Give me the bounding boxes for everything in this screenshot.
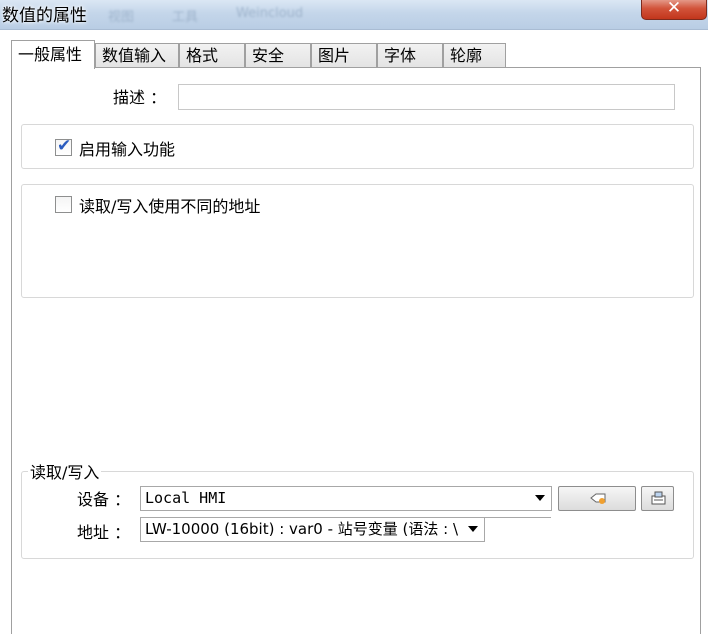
- tab-security[interactable]: 安全: [245, 43, 311, 68]
- close-button[interactable]: ✕: [641, 0, 707, 20]
- device-value: Local HMI: [145, 489, 227, 507]
- device-label: 设备 ：: [77, 490, 131, 509]
- readwrite-group: [21, 471, 694, 559]
- readwrite-legend: 读取/写入: [28, 459, 102, 483]
- tab-label: 数值输入: [102, 46, 167, 65]
- tab-outline[interactable]: 轮廓: [443, 43, 506, 68]
- tab-general[interactable]: 一般属性: [11, 40, 95, 69]
- tab-picture[interactable]: 图片: [311, 43, 377, 68]
- window-title: 数值的属性: [2, 6, 87, 26]
- tab-font[interactable]: 字体: [377, 43, 443, 68]
- close-icon: ✕: [666, 0, 682, 18]
- tab-label: 图片: [318, 46, 351, 65]
- diff-address-label: 读取/写入使用不同的地址: [79, 197, 261, 216]
- divider: [485, 517, 551, 518]
- chevron-down-icon: [535, 495, 545, 501]
- faded-menu-item: Weincloud: [236, 6, 304, 21]
- tab-label: 字体: [384, 46, 417, 65]
- faded-menu-item: 视图: [108, 10, 135, 25]
- title-bar: 数值的属性 视图 工具 Weincloud ✕: [0, 0, 708, 30]
- address-select[interactable]: LW-10000 (16bit) : var0 - 站号变量 (语法 : \: [140, 517, 485, 542]
- device-settings-button[interactable]: [558, 486, 636, 511]
- tab-page-general: 描述 ： ✔ 启用输入功能 读取/写入使用不同的地址 读取/写入 设备 ： Lo…: [11, 67, 701, 634]
- tab-format[interactable]: 格式: [179, 43, 245, 68]
- address-label: 地址 ：: [77, 523, 131, 542]
- faded-menu-item: 工具: [172, 10, 199, 25]
- tab-label: 格式: [186, 46, 219, 65]
- checkmark-icon: ✔: [57, 136, 72, 156]
- description-input[interactable]: [178, 84, 675, 110]
- address-book-button[interactable]: [641, 486, 674, 511]
- address-book-icon: [651, 491, 666, 505]
- tab-label: 轮廓: [450, 46, 483, 65]
- description-label: 描述 ：: [113, 88, 167, 107]
- enable-input-group: ✔ 启用输入功能: [21, 124, 694, 169]
- address-value: LW-10000 (16bit) : var0 - 站号变量 (语法 : \: [145, 520, 459, 538]
- tag-settings-icon: [590, 493, 606, 504]
- tab-label: 安全: [252, 46, 285, 65]
- enable-input-checkbox[interactable]: ✔: [55, 136, 72, 156]
- device-select[interactable]: Local HMI: [140, 486, 552, 511]
- tab-label: 一般属性: [18, 45, 83, 64]
- diff-address-group: 读取/写入使用不同的地址: [21, 184, 694, 298]
- tab-numeric-input[interactable]: 数值输入: [95, 43, 179, 68]
- enable-input-label: 启用输入功能: [79, 140, 176, 159]
- chevron-down-icon: [468, 526, 478, 532]
- diff-address-checkbox[interactable]: [55, 196, 72, 213]
